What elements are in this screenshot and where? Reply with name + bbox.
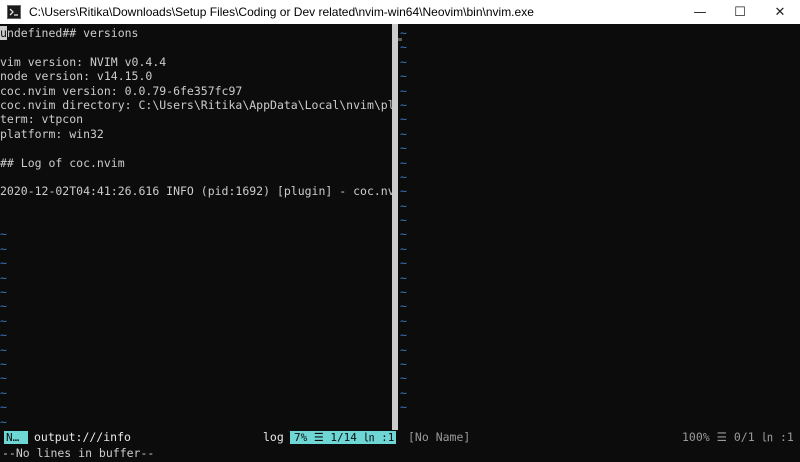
- statusline-filename: [No Name]: [408, 430, 471, 444]
- empty-line-tilde: ~: [0, 241, 7, 256]
- minimize-button[interactable]: —: [680, 0, 720, 24]
- statusline-position: 7% ☰ 1/14 ㏑ :1: [290, 431, 396, 444]
- window-controls: — ☐ ✕: [680, 0, 800, 24]
- empty-line-tilde: ~: [0, 299, 7, 314]
- buffer-line: 2020-12-02T04:41:26.616 INFO (pid:1692) …: [0, 184, 392, 199]
- empty-line-tilde: ~: [400, 270, 407, 285]
- statusline-filename: output:///info: [34, 430, 131, 444]
- empty-line-tilde: ~: [400, 285, 407, 300]
- empty-line-tilde: ~: [400, 169, 407, 184]
- empty-line-tilde: ~: [0, 371, 7, 386]
- right-buffer-pane[interactable]: ~ ~ ~ ~ ~ ~ ~ ~ ~ ~ ~ ~ ~ ~ ~ ~ ~ ~ ~ ~ ~ ~ ~ ~ ~ ~ ~: [400, 26, 800, 430]
- empty-line-tilde: ~: [0, 227, 7, 242]
- empty-line-tilde: ~: [400, 356, 407, 371]
- empty-line-tilde: ~: [400, 342, 407, 357]
- empty-line-tilde: ~: [400, 371, 407, 386]
- empty-line-tilde: ~: [0, 356, 7, 371]
- empty-line-tilde: ~: [400, 26, 407, 40]
- buffer-line: coc.nvim directory: C:\Users\Ritika\AppD…: [0, 97, 392, 112]
- empty-line-tilde: ~: [400, 126, 407, 141]
- terminal-area[interactable]: undefined## versions vim version: NVIM v…: [0, 24, 800, 462]
- empty-line-tilde: ~: [0, 400, 7, 415]
- mode-indicator: N…: [4, 431, 28, 444]
- empty-line-tilde: ~: [400, 241, 407, 256]
- empty-line-tilde: ~: [0, 328, 7, 343]
- terminal-icon: [6, 4, 22, 20]
- empty-line-tilde: ~: [400, 184, 407, 199]
- empty-line-tilde: ~: [400, 54, 407, 69]
- empty-buffer-lines: ~ ~ ~ ~ ~ ~ ~ ~ ~ ~ ~ ~ ~ ~ ~ ~ ~ ~ ~ ~ ~ ~ ~ ~ ~ ~ ~: [400, 26, 800, 415]
- buffer-line: [0, 141, 392, 155]
- empty-line-tilde: ~: [0, 414, 7, 429]
- empty-line-tilde: ~: [400, 198, 407, 213]
- buffer-line: [0, 199, 392, 213]
- maximize-button[interactable]: ☐: [720, 0, 760, 24]
- nvim-window: C:\Users\Ritika\Downloads\Setup Files\Co…: [0, 0, 800, 462]
- empty-line-tilde: ~: [400, 112, 407, 127]
- empty-line-tilde: ~: [400, 227, 407, 242]
- empty-line-tilde: ~: [0, 313, 7, 328]
- empty-line-tilde: ~: [0, 385, 7, 400]
- close-button[interactable]: ✕: [760, 0, 800, 24]
- empty-line-tilde: ~: [400, 256, 407, 271]
- empty-line-tilde: ~: [0, 285, 7, 300]
- buffer-line: node version: v14.15.0: [0, 69, 153, 84]
- buffer-line: coc.nvim version: 0.0.79-6fe357fc97: [0, 83, 243, 98]
- window-title: C:\Users\Ritika\Downloads\Setup Files\Co…: [29, 5, 534, 19]
- empty-line-tilde: ~: [0, 342, 7, 357]
- empty-line-tilde: ~: [400, 40, 407, 55]
- text-cursor: u: [0, 26, 7, 40]
- buffer-line-text: ndefined## versions: [6, 26, 139, 40]
- left-buffer-pane[interactable]: undefined## versions vim version: NVIM v…: [0, 26, 392, 430]
- buffer-line: [0, 213, 392, 227]
- empty-line-tilde: ~: [400, 400, 407, 415]
- empty-line-tilde: ~: [0, 256, 7, 271]
- title-bar[interactable]: C:\Users\Ritika\Downloads\Setup Files\Co…: [0, 0, 800, 24]
- empty-line-tilde: ~: [400, 385, 407, 400]
- buffer-line: term: vtpcon: [0, 112, 84, 127]
- right-statusline: [No Name] 100% ☰ 0/1 ㏑ :1: [400, 430, 800, 445]
- empty-line-tilde: ~: [400, 97, 407, 112]
- empty-line-tilde: ~: [400, 141, 407, 156]
- buffer-line: undefined## versions: [0, 26, 392, 40]
- empty-line-tilde: ~: [400, 313, 407, 328]
- buffer-lines: vim version: NVIM v0.4.4 node version: v1…: [0, 40, 392, 429]
- empty-line-tilde: ~: [400, 299, 407, 314]
- empty-line-tilde: ~: [400, 83, 407, 98]
- statusline-position: 100% ☰ 0/1 ㏑ :1: [682, 430, 794, 444]
- empty-line-tilde: ~: [0, 270, 7, 285]
- left-statusline: N… output:///info log 7% ☰ 1/14 ㏑ :1: [0, 430, 398, 445]
- vertical-split-separator[interactable]: [392, 24, 398, 432]
- empty-line-tilde: ~: [400, 155, 407, 170]
- statusline-filetype: log: [263, 430, 284, 444]
- buffer-line: [0, 40, 392, 54]
- empty-line-tilde: ~: [400, 69, 407, 84]
- empty-line-tilde: ~: [400, 213, 407, 228]
- buffer-line: [0, 170, 392, 184]
- buffer-line: platform: win32: [0, 126, 104, 141]
- empty-line-tilde: ~: [400, 328, 407, 343]
- command-line[interactable]: --No lines in buffer--: [0, 446, 800, 461]
- buffer-line: vim version: NVIM v0.4.4: [0, 54, 167, 69]
- buffer-line: ## Log of coc.nvim: [0, 155, 125, 170]
